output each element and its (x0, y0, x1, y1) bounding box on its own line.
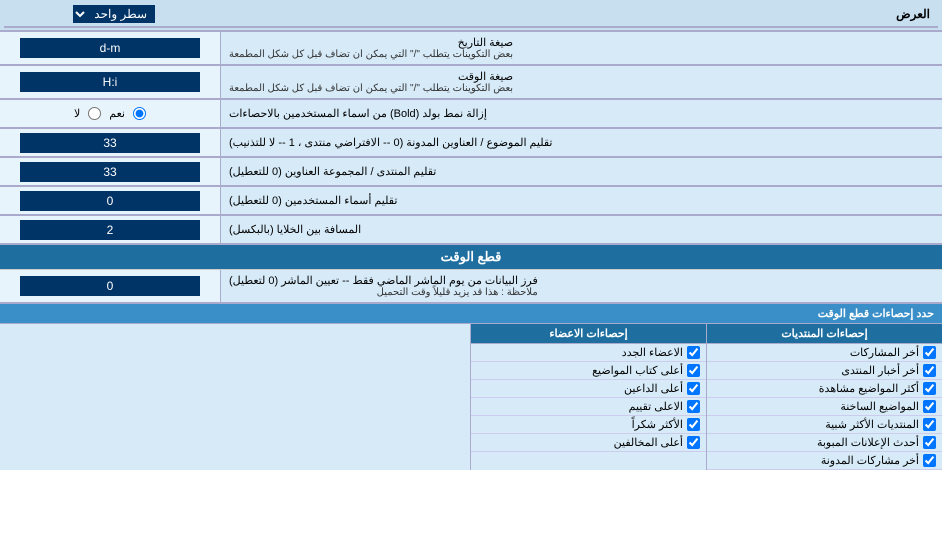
forum-address-row: تقليم المنتدى / المجموعة العناوين (0 للت… (0, 158, 942, 187)
stats-item: أعلى كتاب المواضيع (471, 362, 706, 380)
date-format-label: صيغة التاريخ بعض التكوينات يتطلب "/" الت… (220, 32, 942, 65)
stat-checkbox-1-1[interactable] (923, 364, 936, 377)
time-format-label: صيغة الوقت بعض التكوينات يتطلب "/" التي … (220, 66, 942, 99)
stats-col2-header: إحصاءات الاعضاء (471, 324, 706, 344)
top-left-part: سطر واحدسطرينثلاثة أسطر (4, 2, 224, 28)
stats-item: أعلى المخالفين (471, 434, 706, 452)
stats-item: الاعلى تقييم (471, 398, 706, 416)
date-format-input[interactable] (20, 38, 200, 58)
stat-checkbox-1-3[interactable] (923, 400, 936, 413)
time-format-input[interactable] (20, 72, 200, 92)
stats-item: أعلى الداعين (471, 380, 706, 398)
topic-address-label: تقليم الموضوع / العناوين المدونة (0 -- ا… (220, 129, 942, 157)
user-names-input-wrap (0, 187, 220, 215)
stats-item: أكثر المواضيع مشاهدة (707, 380, 942, 398)
page-wrapper: العرض سطر واحدسطرينثلاثة أسطر صيغة التار… (0, 0, 942, 470)
bold-yes-label: نعم (109, 107, 125, 120)
bold-row: إزالة نمط بولد (Bold) من اسماء المستخدمي… (0, 100, 942, 129)
stat-checkbox-2-0[interactable] (687, 346, 700, 359)
forum-address-input[interactable] (20, 162, 200, 182)
cutoff-row: فرز البيانات من يوم الماشر الماضي فقط --… (0, 270, 942, 304)
stats-item: الاعضاء الجدد (471, 344, 706, 362)
top-row: العرض سطر واحدسطرينثلاثة أسطر (0, 0, 942, 32)
topic-address-input[interactable] (20, 133, 200, 153)
topic-address-input-wrap (0, 129, 220, 157)
stats-col1-header: إحصاءات المنتديات (707, 324, 942, 344)
bold-no-label: لا (74, 107, 80, 120)
date-format-input-wrap (0, 32, 220, 65)
bold-no-radio[interactable] (88, 107, 101, 120)
stats-item: الأكثر شكراً (471, 416, 706, 434)
stats-item: أخر مشاركات المدونة (707, 452, 942, 470)
bold-radio-wrap: نعم لا (0, 100, 220, 128)
time-format-input-wrap (0, 66, 220, 99)
top-right-label: العرض (224, 2, 938, 28)
cutoff-input[interactable] (20, 276, 200, 296)
cutoff-input-wrap (0, 270, 220, 303)
stats-item: المواضيع الساخنة (707, 398, 942, 416)
forum-address-input-wrap (0, 158, 220, 186)
stats-item: أحدث الإعلانات المبوبة (707, 434, 942, 452)
stat-checkbox-1-6[interactable] (923, 454, 936, 467)
cell-distance-row: المسافة بين الخلايا (بالبكسل) (0, 216, 942, 245)
display-select[interactable]: سطر واحدسطرينثلاثة أسطر (73, 5, 155, 23)
user-names-row: تقليم أسماء المستخدمين (0 للتعطيل) (0, 187, 942, 216)
time-format-row: صيغة الوقت بعض التكوينات يتطلب "/" التي … (0, 66, 942, 100)
stat-checkbox-2-1[interactable] (687, 364, 700, 377)
stat-checkbox-1-2[interactable] (923, 382, 936, 395)
stat-checkbox-1-5[interactable] (923, 436, 936, 449)
user-names-input[interactable] (20, 191, 200, 211)
bold-yes-radio[interactable] (133, 107, 146, 120)
stat-checkbox-1-0[interactable] (923, 346, 936, 359)
stat-checkbox-2-2[interactable] (687, 382, 700, 395)
forum-address-label: تقليم المنتدى / المجموعة العناوين (0 للت… (220, 158, 942, 186)
stat-checkbox-2-5[interactable] (687, 436, 700, 449)
stats-col-empty (0, 324, 470, 470)
stats-item: أخر المشاركات (707, 344, 942, 362)
stat-checkbox-2-3[interactable] (687, 400, 700, 413)
stat-checkbox-2-4[interactable] (687, 418, 700, 431)
cell-distance-input[interactable] (20, 220, 200, 240)
user-names-label: تقليم أسماء المستخدمين (0 للتعطيل) (220, 187, 942, 215)
topic-address-row: تقليم الموضوع / العناوين المدونة (0 -- ا… (0, 129, 942, 158)
bold-label: إزالة نمط بولد (Bold) من اسماء المستخدمي… (220, 100, 942, 128)
stats-item: المنتديات الأكثر شبية (707, 416, 942, 434)
cutoff-section-header: قطع الوقت (0, 245, 942, 270)
stats-col-members: إحصاءات الاعضاء الاعضاء الجدد أعلى كتاب … (470, 324, 706, 470)
cell-distance-input-wrap (0, 216, 220, 244)
cell-distance-label: المسافة بين الخلايا (بالبكسل) (220, 216, 942, 244)
cutoff-label: فرز البيانات من يوم الماشر الماضي فقط --… (220, 270, 942, 303)
date-format-row: صيغة التاريخ بعض التكوينات يتطلب "/" الت… (0, 32, 942, 66)
stat-checkbox-1-4[interactable] (923, 418, 936, 431)
stats-grid: إحصاءات المنتديات أخر المشاركات أخر أخبا… (0, 324, 942, 470)
stats-item: أخر أخبار المنتدى (707, 362, 942, 380)
stats-col-forums: إحصاءات المنتديات أخر المشاركات أخر أخبا… (706, 324, 942, 470)
stats-header: حدد إحصاءات قطع الوقت (0, 304, 942, 324)
